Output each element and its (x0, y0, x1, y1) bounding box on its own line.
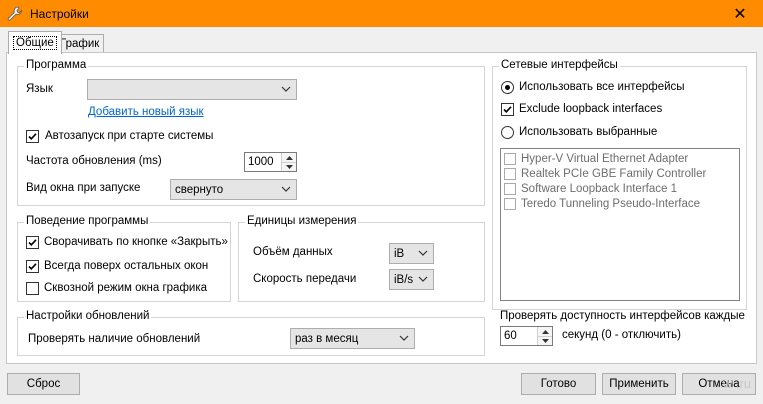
interface-checkbox[interactable] (504, 152, 516, 165)
speed-label: Скорость передачи (253, 273, 357, 285)
autostart-label: Автозапуск при старте системы (45, 130, 214, 142)
chevron-down-icon (398, 332, 410, 344)
click-through-label: Сквозной режим окна графика (44, 282, 208, 294)
check-icon (503, 106, 512, 113)
update-freq-label: Частота обновления (ms) (26, 155, 162, 167)
units-group-title: Единицы измерения (245, 215, 359, 227)
data-volume-value: iB (394, 247, 405, 260)
updates-group-title: Настройки обновлений (24, 310, 152, 322)
seconds-spinner[interactable]: 60 (500, 326, 553, 346)
check-updates-value: раз в месяц (295, 332, 359, 345)
tab-graph-label: График (60, 38, 100, 50)
network-group-title: Сетевые интерфейсы (499, 59, 620, 71)
interface-label: Software Loopback Interface 1 (521, 182, 677, 195)
spinner-down-icon[interactable] (282, 162, 296, 171)
check-updates-select[interactable]: раз в месяц (290, 328, 415, 349)
reset-button[interactable]: Сброс (7, 373, 80, 395)
window-view-label: Вид окна при запуске (26, 182, 141, 194)
window-view-value: свернуто (175, 183, 224, 196)
seconds-suffix-label: секунд (0 - отключить) (562, 329, 681, 341)
language-label: Язык (26, 83, 53, 95)
use-all-interfaces-label: Использовать все интерфейсы (519, 81, 685, 93)
behavior-group-title: Поведение программы (24, 215, 151, 227)
chevron-down-icon (280, 83, 292, 95)
click-through-checkbox[interactable] (26, 282, 39, 295)
chevron-down-icon (417, 273, 429, 285)
spinner-down-icon[interactable] (538, 336, 552, 345)
check-availability-label: Проверять доступность интерфейсов каждые (500, 310, 745, 322)
list-item[interactable]: Hyper-V Virtual Ethernet Adapter (504, 151, 688, 166)
interface-label: Realtek PCIe GBE Family Controller (521, 167, 707, 180)
minimize-on-close-label: Сворачивать по кнопке «Закрыть» (44, 236, 228, 248)
interfaces-list[interactable]: Hyper-V Virtual Ethernet Adapter Realtek… (500, 148, 740, 301)
apply-button[interactable]: Применить (602, 373, 676, 395)
interface-label: Hyper-V Virtual Ethernet Adapter (521, 152, 689, 165)
updates-group: Настройки обновлений Проверять наличие о… (17, 310, 485, 356)
language-select[interactable] (87, 79, 297, 100)
tab-panel: Программа Язык Добавить новый язык Автоз… (6, 52, 757, 364)
window-title: Настройки (30, 6, 89, 21)
check-updates-label: Проверять наличие обновлений (28, 333, 201, 345)
update-freq-value: 1000 (248, 156, 274, 168)
data-volume-label: Объём данных (253, 246, 333, 258)
always-on-top-label: Всегда поверх остальных окон (44, 260, 209, 272)
autostart-checkbox[interactable] (26, 130, 39, 143)
interface-checkbox[interactable] (504, 197, 516, 210)
add-language-link[interactable]: Добавить новый язык (88, 106, 204, 118)
minimize-on-close-checkbox[interactable] (26, 236, 39, 249)
check-icon (28, 133, 37, 140)
program-group-title: Программа (24, 59, 89, 71)
spinner-up-icon[interactable] (538, 327, 552, 336)
wrench-icon (6, 5, 24, 23)
list-item[interactable]: Software Loopback Interface 1 (504, 181, 677, 196)
update-freq-spinner[interactable]: 1000 (244, 152, 297, 172)
program-group: Программа Язык Добавить новый язык Автоз… (17, 59, 485, 206)
exclude-loopback-label: Exclude loopback interfaces (519, 103, 663, 115)
ok-button[interactable]: Готово (521, 373, 596, 395)
use-selected-interfaces-label: Использовать выбранные (519, 126, 658, 138)
tab-general-label: Общие (13, 36, 57, 50)
check-icon (28, 239, 37, 246)
interface-label: Teredo Tunneling Pseudo-Interface (521, 197, 701, 210)
tab-graph[interactable]: График (55, 34, 105, 53)
list-item[interactable]: Realtek PCIe GBE Family Controller (504, 166, 706, 181)
watermark: w .ru (722, 376, 751, 391)
title-bar: Настройки ✕ (0, 0, 763, 27)
chevron-down-icon (280, 183, 292, 195)
data-volume-select[interactable]: iB (389, 243, 434, 264)
close-icon[interactable]: ✕ (717, 0, 763, 27)
interface-checkbox[interactable] (504, 167, 516, 180)
tab-general[interactable]: Общие (8, 31, 62, 54)
speed-value: iB/s (394, 273, 414, 286)
units-group: Единицы измерения Объём данных iB Скорос… (238, 215, 485, 302)
always-on-top-checkbox[interactable] (26, 260, 39, 273)
speed-select[interactable]: iB/s (389, 269, 434, 290)
interface-checkbox[interactable] (504, 182, 516, 195)
spinner-up-icon[interactable] (282, 153, 296, 162)
exclude-loopback-checkbox[interactable] (501, 103, 514, 116)
use-selected-interfaces-radio[interactable] (501, 126, 514, 139)
check-icon (28, 263, 37, 270)
behavior-group: Поведение программы Сворачивать по кнопк… (17, 215, 231, 302)
chevron-down-icon (417, 247, 429, 259)
list-item[interactable]: Teredo Tunneling Pseudo-Interface (504, 196, 700, 211)
use-all-interfaces-radio[interactable] (501, 81, 514, 94)
seconds-value: 60 (504, 330, 517, 342)
window-view-select[interactable]: свернуто (170, 179, 297, 200)
